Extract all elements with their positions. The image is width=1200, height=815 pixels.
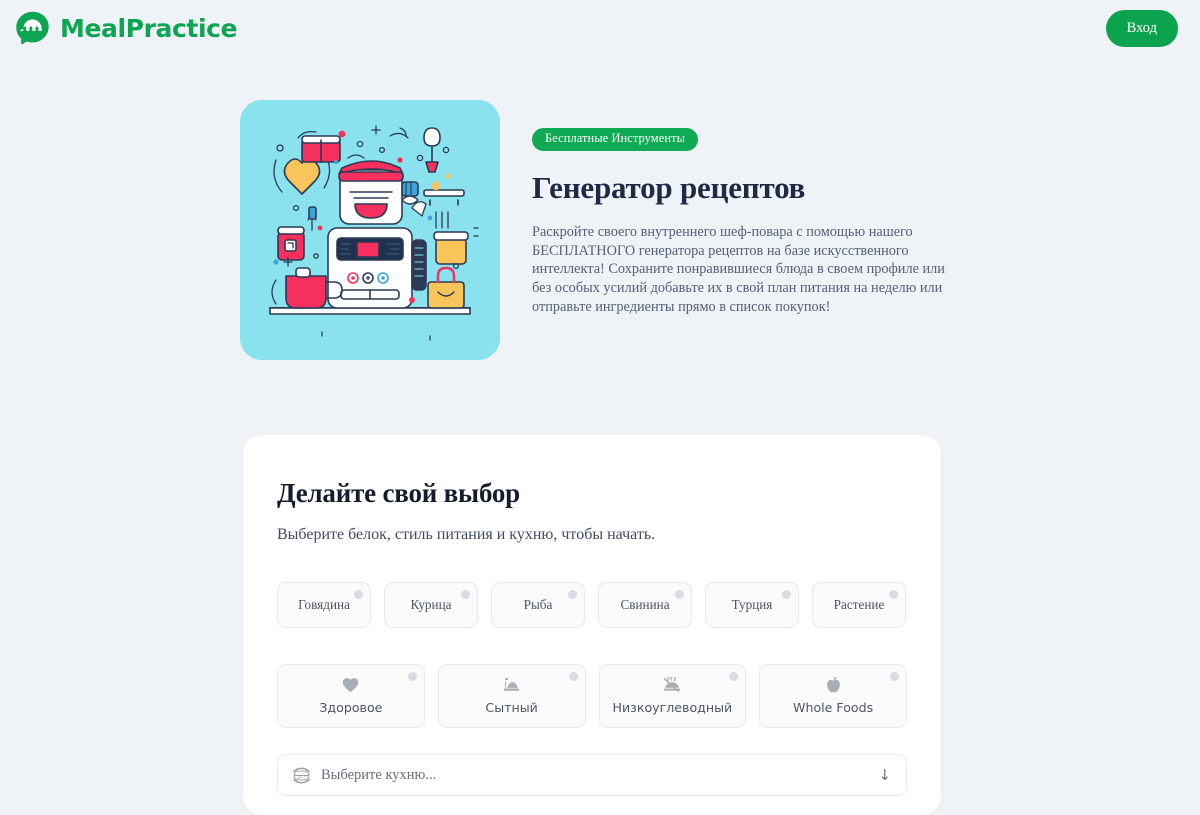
page-description: Раскройте своего внутреннего шеф-повара … [532, 224, 945, 315]
diet-option-low-carb[interactable]: Низкоуглеводный [598, 664, 747, 729]
globe-icon [293, 767, 310, 784]
protein-option-turkey[interactable]: Турция [705, 582, 799, 629]
kitchen-appliances-illustration [240, 100, 500, 360]
cuisine-select-row: Выберите кухню... ↓ [277, 754, 907, 797]
protein-option-label: Курица [410, 597, 452, 613]
protein-option-pork[interactable]: Свинина [598, 582, 692, 629]
selection-dot-icon [782, 590, 791, 600]
diet-options-row: Здоровое Сытный Низкоуглеводный Whole Fo… [277, 664, 907, 729]
login-button[interactable]: Вход [1105, 10, 1178, 47]
selection-dot-icon [568, 590, 577, 600]
selection-dot-icon [354, 590, 363, 600]
protein-option-label: Говядина [298, 597, 350, 613]
protein-option-label: Турция [731, 597, 773, 613]
brand-logo-link[interactable]: MealPractice [14, 10, 238, 47]
bowl-icon [503, 677, 520, 693]
steaming-dish-icon [663, 677, 681, 693]
chevron-down-icon[interactable]: ↓ [878, 767, 891, 783]
diet-option-healthy[interactable]: Здоровое [277, 664, 425, 729]
protein-option-plant[interactable]: Растение [812, 582, 906, 629]
hero-copy: Бесплатные Инструменты Генератор рецепто… [532, 100, 952, 316]
selection-dot-icon [461, 590, 470, 600]
apple-icon [826, 677, 841, 693]
page-title: Генератор рецептов [532, 169, 806, 205]
diet-option-label: Сытный [485, 700, 538, 716]
panel-title: Делайте свой выбор [277, 478, 520, 508]
heart-icon [342, 677, 359, 693]
selection-dot-icon [675, 590, 684, 600]
selection-dot-icon [889, 590, 898, 600]
cuisine-select[interactable]: Выберите кухню... ↓ [277, 754, 907, 797]
protein-option-label: Растение [833, 597, 885, 613]
free-tools-badge: Бесплатные Инструменты [532, 128, 699, 151]
selection-dot-icon [568, 672, 578, 682]
selection-dot-icon [890, 672, 899, 682]
diet-option-label: Здоровое [319, 700, 383, 716]
diet-option-label: Низкоуглеводный [612, 700, 733, 716]
panel-subtitle: Выберите белок, стиль питания и кухню, ч… [277, 526, 656, 544]
selection-dot-icon [729, 672, 739, 682]
selection-dot-icon [407, 672, 417, 682]
protein-option-fish[interactable]: Рыба [491, 582, 585, 629]
diet-option-label: Whole Foods [793, 700, 874, 716]
brand-name: MealPractice [60, 14, 238, 43]
diet-option-whole-foods[interactable]: Whole Foods [759, 664, 907, 729]
site-header: MealPractice Вход [0, 0, 1200, 57]
diet-option-hearty[interactable]: Сытный [437, 664, 586, 729]
protein-option-label: Рыба [523, 597, 553, 613]
hero-section: Бесплатные Инструменты Генератор рецепто… [240, 100, 960, 360]
protein-option-beef[interactable]: Говядина [277, 582, 371, 629]
selection-panel: Делайте свой выбор Выберите белок, стиль… [243, 435, 941, 815]
protein-option-label: Свинина [620, 597, 670, 613]
protein-option-chicken[interactable]: Курица [384, 582, 478, 629]
mealpractice-speech-bubble-logo [14, 10, 51, 47]
cuisine-placeholder: Выберите кухню... [321, 766, 437, 783]
protein-options-row: Говядина Курица Рыба Свинина Турция Раст… [277, 582, 907, 629]
